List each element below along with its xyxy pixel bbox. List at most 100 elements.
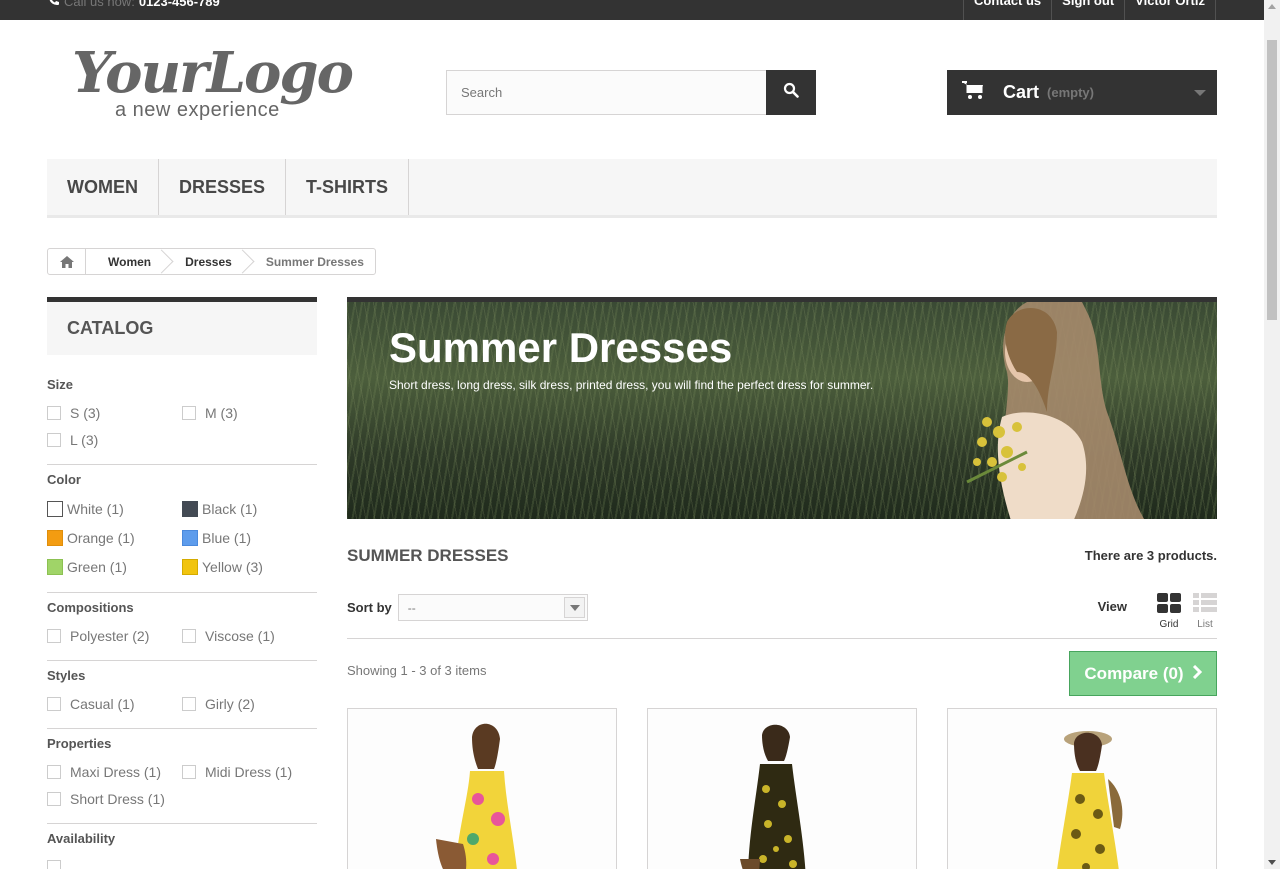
checkbox[interactable] [47, 628, 61, 643]
cart-icon [961, 80, 985, 105]
scroll-up-icon[interactable] [1268, 4, 1276, 9]
color-swatch[interactable] [47, 529, 63, 546]
checkbox[interactable] [47, 764, 61, 779]
checkbox[interactable] [47, 405, 61, 420]
call-us: Call us now: 0123-456-789 [48, 0, 220, 9]
search-input[interactable] [446, 70, 767, 115]
search-button[interactable] [766, 70, 816, 115]
color-swatch[interactable] [182, 500, 198, 517]
home-icon[interactable] [48, 249, 86, 274]
filter-option[interactable]: Casual (1) [47, 690, 182, 717]
chevron-right-icon [1192, 664, 1202, 684]
banner-description: Short dress, long dress, silk dress, pri… [389, 378, 874, 392]
cart-label: Cart [1003, 82, 1040, 102]
color-option[interactable]: White (1) [47, 494, 182, 523]
showing-text: Showing 1 - 3 of 3 items [347, 663, 487, 678]
filter-properties: Properties Maxi Dress (1) Midi Dress (1)… [47, 729, 317, 824]
breadcrumb-women[interactable]: Women [86, 249, 163, 274]
filter-option[interactable]: Midi Dress (1) [182, 758, 317, 785]
list-icon [1193, 593, 1217, 616]
view-grid-button[interactable]: Grid [1157, 590, 1181, 630]
filter-option[interactable]: M (3) [182, 399, 317, 426]
filter-option[interactable] [47, 853, 182, 869]
grid-label: Grid [1159, 619, 1179, 630]
color-option[interactable]: Blue (1) [182, 523, 317, 552]
filter-option[interactable]: Maxi Dress (1) [47, 758, 182, 785]
checkbox[interactable] [182, 696, 196, 711]
filter-option[interactable]: L (3) [47, 426, 182, 453]
filter-option[interactable]: S (3) [47, 399, 182, 426]
menu-item-t-shirts[interactable]: T-shirts [286, 159, 410, 215]
color-option[interactable]: Green (1) [47, 552, 182, 581]
sort-value: -- [407, 600, 416, 615]
scroll-down-icon[interactable] [1268, 860, 1276, 865]
view-switcher: View Grid List [1098, 590, 1217, 630]
color-swatch[interactable] [182, 529, 198, 546]
filter-title: Availability [47, 831, 116, 846]
filter-availability: Availability [47, 824, 317, 869]
breadcrumb-dresses[interactable]: Dresses [163, 249, 244, 274]
breadcrumb: Women Dresses Summer Dresses [47, 248, 376, 275]
chevron-down-icon [1194, 90, 1206, 96]
category-title: Summer Dresses [347, 546, 509, 565]
view-list-button[interactable]: List [1193, 590, 1217, 630]
filter-compositions: Compositions Polyester (2) Viscose (1) [47, 593, 317, 661]
call-label: Call us now: [64, 0, 135, 9]
page-scrollbar[interactable] [1264, 0, 1280, 869]
logo-tagline: a new experience [115, 99, 280, 121]
color-option[interactable]: Orange (1) [47, 523, 182, 552]
compare-label: Compare (0) [1084, 663, 1184, 683]
product-card[interactable] [347, 708, 617, 869]
banner-title: Summer Dresses [389, 324, 733, 371]
filter-size: Size S (3) M (3) L (3) [47, 370, 317, 465]
product-image[interactable] [948, 709, 1217, 869]
checkbox[interactable] [182, 405, 196, 420]
breadcrumb-current: Summer Dresses [265, 254, 364, 269]
account-link[interactable]: Victor Ortiz [1124, 0, 1216, 20]
cart-status: (empty) [1047, 85, 1094, 100]
cart-button[interactable]: Cart (empty) [947, 70, 1217, 115]
contact-us-link[interactable]: Contact us [962, 0, 1051, 20]
category-banner: Summer Dresses Short dress, long dress, … [347, 297, 1217, 519]
compare-button[interactable]: Compare (0) [1069, 651, 1217, 696]
color-swatch[interactable] [182, 558, 198, 575]
color-swatch[interactable] [47, 558, 63, 575]
checkbox[interactable] [182, 628, 196, 643]
checkbox[interactable] [182, 764, 196, 779]
menu-item-dresses[interactable]: Dresses [159, 159, 287, 215]
filter-option[interactable]: Short Dress (1) [47, 785, 182, 812]
filter-option[interactable]: Girly (2) [182, 690, 317, 717]
catalog-title: Catalog [47, 297, 317, 355]
product-card[interactable] [947, 708, 1217, 869]
product-card[interactable] [647, 708, 917, 869]
sort-by: Sort by -- [347, 594, 588, 621]
color-option[interactable]: Yellow (3) [182, 552, 317, 581]
product-image[interactable] [648, 709, 917, 869]
site-logo[interactable]: YourLogo a new experience [72, 40, 362, 125]
checkbox[interactable] [47, 791, 61, 806]
checkbox[interactable] [47, 432, 61, 447]
sort-select[interactable]: -- [397, 594, 588, 621]
product-image[interactable] [348, 709, 617, 869]
filter-option[interactable]: Polyester (2) [47, 622, 182, 649]
filter-title: Styles [47, 668, 86, 683]
checkbox[interactable] [47, 859, 61, 869]
phone-number: 0123-456-789 [138, 0, 220, 9]
color-swatch[interactable] [47, 500, 63, 517]
filter-title: Compositions [47, 600, 134, 615]
logo-text: YourLogo [72, 40, 354, 106]
view-label: View [1097, 599, 1127, 614]
color-option[interactable]: Black (1) [182, 494, 317, 523]
chevron-down-icon[interactable] [563, 597, 585, 618]
filter-title: Properties [47, 736, 112, 751]
banner-model-image [966, 302, 1145, 519]
grid-icon [1157, 593, 1181, 616]
product-list [347, 708, 1217, 869]
menu-item-women[interactable]: Women [47, 159, 159, 215]
scrollbar-thumb[interactable] [1267, 40, 1277, 320]
filter-option[interactable]: Viscose (1) [182, 622, 317, 649]
checkbox[interactable] [47, 696, 61, 711]
layered-filters: Size S (3) M (3) L (3) Color White (1) B… [47, 370, 317, 869]
sign-out-link[interactable]: Sign out [1051, 0, 1124, 20]
top-bar: Call us now: 0123-456-789 Contact us Sig… [0, 0, 1264, 20]
